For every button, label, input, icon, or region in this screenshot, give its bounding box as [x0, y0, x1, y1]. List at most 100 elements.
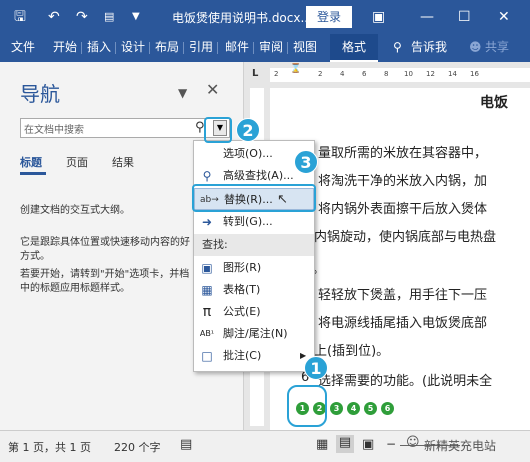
comment-icon: □	[201, 349, 213, 363]
close-icon[interactable]: ✕	[498, 7, 510, 27]
maximize-icon[interactable]: ☐	[458, 7, 471, 27]
menu-item-footnotes[interactable]: AB¹ 脚注/尾注(N)	[194, 323, 314, 345]
menu-item-label: 转到(G)...	[223, 215, 273, 228]
tab-references[interactable]: 引用	[186, 34, 216, 62]
document-line: 选择需要的功能。(此说明未全	[318, 374, 493, 389]
menu-item-label: 公式(E)	[223, 305, 261, 318]
ruler-number: 8	[384, 70, 389, 78]
pane-options-dropdown-icon[interactable]: ▼	[178, 86, 187, 100]
wechat-icon: ☺	[406, 435, 420, 450]
menu-item-goto[interactable]: ➜ 转到(G)...	[194, 211, 314, 233]
pi-icon: π	[202, 304, 212, 320]
ribbon-tabs: 文件 开始 插入 设计 布局 引用 邮件 审阅 视图 格式 ⚲ 告诉我 ☻ 共享	[0, 34, 530, 62]
tab-separator	[81, 42, 82, 54]
minimize-icon[interactable]: —	[420, 7, 434, 27]
read-mode-icon[interactable]: ▦	[316, 437, 328, 452]
customize-dropdown-icon[interactable]: ▼	[132, 7, 140, 27]
tab-view[interactable]: 视图	[290, 34, 320, 62]
callout-badge: 2	[236, 118, 260, 142]
ruler-scale: 2 2 4 6 8 10 12 14 16 ⌛	[270, 64, 530, 82]
quick-access-icon[interactable]: ▤	[104, 7, 114, 27]
callout-badge: 3	[294, 150, 318, 174]
proofing-icon[interactable]: ▤	[180, 437, 192, 452]
menu-item-comments[interactable]: □ 批注(C) ▶	[194, 345, 314, 367]
print-layout-icon[interactable]: ▤	[336, 435, 354, 453]
tab-insert[interactable]: 插入	[84, 34, 114, 62]
menu-item-label: 表格(T)	[223, 283, 261, 296]
horizontal-ruler[interactable]: L 2 2 4 6 8 10 12 14 16 ⌛	[244, 62, 530, 88]
step-circle: 5	[364, 402, 377, 415]
step-circle: 3	[330, 402, 343, 415]
search-input[interactable]: 在文档中搜索	[24, 121, 84, 136]
tell-me-search-icon[interactable]: ⚲	[390, 34, 405, 62]
ruler-number: 6	[362, 70, 367, 78]
document-line: 将内锅外表面擦干后放入煲体	[318, 202, 488, 217]
tab-separator	[287, 42, 288, 54]
document-line: 上(插到位)。	[314, 344, 390, 359]
nav-help-text: 若要开始，请转到"开始"选项卡，并档中的标题应用标题样式。	[20, 269, 190, 294]
tab-mailings[interactable]: 邮件	[222, 34, 252, 62]
login-button[interactable]: 登录	[306, 6, 352, 28]
ruler-number: 4	[340, 70, 345, 78]
ribbon-display-icon[interactable]: ▣	[372, 7, 385, 27]
tab-pages[interactable]: 页面	[66, 154, 88, 170]
tab-separator	[149, 42, 150, 54]
ruler-number: 2	[274, 70, 279, 78]
tab-separator	[115, 42, 116, 54]
tab-layout[interactable]: 布局	[152, 34, 182, 62]
undo-icon[interactable]: ↶	[48, 7, 60, 27]
menu-item-label: 图形(R)	[223, 261, 262, 274]
zoom-out-icon[interactable]: −	[386, 437, 396, 451]
table-icon: ▦	[201, 283, 213, 297]
tab-file[interactable]: 文件	[8, 34, 38, 62]
save-icon[interactable]: 🖫	[14, 7, 26, 27]
document-line: 内锅旋动，使内锅底部与电热盘	[314, 230, 497, 245]
watermark-text: 新精英充电站	[424, 439, 497, 453]
menu-item-tables[interactable]: ▦ 表格(T)	[194, 279, 314, 301]
ruler-number: 10	[404, 70, 413, 78]
tab-format[interactable]: 格式	[330, 34, 379, 62]
document-title: 电饭煲使用说明书.docx...	[172, 11, 312, 25]
footnote-icon: AB¹	[199, 329, 215, 338]
callout-highlight-steps	[287, 385, 327, 427]
document-line: 轻轻放下煲盖，用手往下一压	[318, 288, 488, 303]
tab-results[interactable]: 结果	[112, 154, 134, 170]
status-bar: 第 1 页，共 1 页 220 个字 ▤ ▦ ▤ ▣ − ☺ 新精英充电站	[0, 430, 530, 462]
word-count[interactable]: 220 个字	[114, 439, 161, 455]
menu-heading-find: 查找:	[194, 234, 314, 256]
callout-highlight-dropdown	[204, 117, 232, 143]
menu-item-label: 脚注/尾注(N)	[223, 327, 288, 340]
tab-review[interactable]: 审阅	[256, 34, 286, 62]
tab-selector-icon[interactable]: L	[252, 68, 258, 79]
tab-separator	[183, 42, 184, 54]
tab-home[interactable]: 开始	[50, 34, 80, 62]
image-icon: ▣	[201, 261, 213, 275]
search-options-menu: 选项(O)... ⚲ 高级查找(A)... ab→ 替换(R)... ↖ ➜ 转到(G)…	[193, 140, 315, 372]
redo-icon[interactable]: ↷	[76, 7, 88, 27]
document-line: 量取所需的米放在其容器中，	[318, 146, 488, 161]
title-bar: 🖫 ↶ ↷ ▤ ▼ 电饭煲使用说明书.docx... 登录 ▣ — ☐ ✕	[0, 0, 530, 34]
ruler-number: 14	[448, 70, 457, 78]
web-layout-icon[interactable]: ▣	[362, 437, 374, 452]
indent-marker-icon[interactable]: ⌛	[290, 64, 301, 74]
nav-help-text: 创建文档的交互式大纲。	[20, 205, 130, 216]
tab-headings[interactable]: 标题	[20, 154, 42, 170]
pane-close-icon[interactable]: ✕	[206, 80, 219, 99]
tell-me-box[interactable]: 告诉我	[408, 34, 450, 62]
menu-item-label: 批注(C)	[223, 349, 262, 362]
share-button[interactable]: 共享	[482, 34, 512, 62]
navigation-title: 导航	[20, 82, 60, 106]
tab-design[interactable]: 设计	[118, 34, 148, 62]
step-circle: 6	[381, 402, 394, 415]
page-count[interactable]: 第 1 页，共 1 页	[8, 439, 91, 455]
step-circle: 4	[347, 402, 360, 415]
document-heading: 电饭	[480, 95, 508, 111]
menu-item-label: 选项(O)...	[223, 147, 273, 160]
menu-item-equations[interactable]: π 公式(E)	[194, 301, 314, 323]
nav-help-text: 它是跟踪具体位置或快速移动内容的好方式。	[20, 237, 190, 262]
tab-separator	[217, 42, 218, 54]
tab-separator	[253, 42, 254, 54]
search-box[interactable]: 在文档中搜索 ⚲ ▼	[20, 118, 230, 138]
ruler-number: 12	[426, 70, 435, 78]
menu-item-graphics[interactable]: ▣ 图形(R)	[194, 257, 314, 279]
